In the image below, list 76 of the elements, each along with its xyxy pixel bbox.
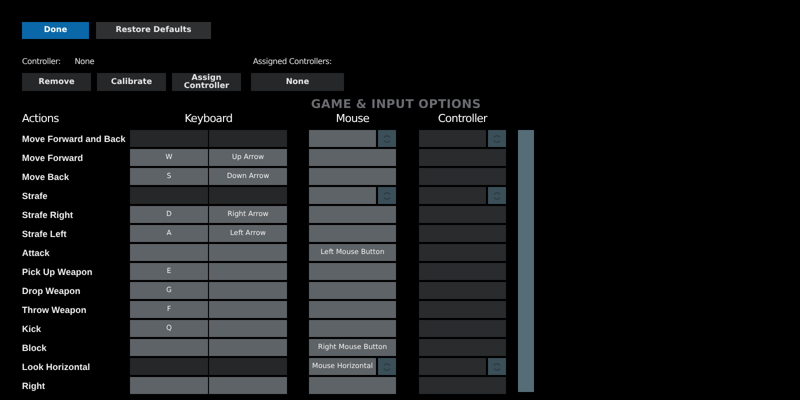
- mouse-binding-cell[interactable]: [309, 206, 396, 223]
- action-label: Throw Weapon: [22, 304, 88, 314]
- key-binding-cell[interactable]: [209, 187, 287, 204]
- action-label: Strafe Right: [22, 210, 74, 220]
- controller-binding-cell[interactable]: [419, 168, 506, 185]
- assigned-controller-button[interactable]: None: [251, 73, 344, 91]
- controller-binding-cell[interactable]: [419, 187, 486, 204]
- mouse-binding-cell[interactable]: [309, 168, 396, 185]
- scrollbar[interactable]: [518, 130, 534, 392]
- action-label: Pick Up Weapon: [22, 266, 94, 276]
- mouse-binding-cell[interactable]: [309, 320, 396, 337]
- cycle-icon[interactable]: [378, 130, 396, 147]
- controller-label: Controller:: [22, 56, 61, 66]
- key-binding-cell[interactable]: [130, 358, 208, 375]
- key-binding-cell[interactable]: [209, 301, 287, 318]
- key-binding-cell[interactable]: [209, 130, 287, 147]
- controller-binding-cell[interactable]: [419, 301, 506, 318]
- controller-binding-cell[interactable]: [419, 358, 486, 375]
- controller-binding-cell[interactable]: [419, 244, 506, 261]
- action-label: Right: [22, 380, 46, 390]
- key-binding-cell[interactable]: [209, 358, 287, 375]
- remove-button[interactable]: Remove: [22, 73, 91, 91]
- column-header: Actions: [22, 112, 60, 125]
- controller-binding-cell[interactable]: [419, 130, 486, 147]
- assigned-controllers-label: Assigned Controllers:: [253, 56, 332, 66]
- mouse-binding-cell[interactable]: [309, 263, 396, 280]
- key-binding-cell[interactable]: [209, 320, 287, 337]
- controller-binding-cell[interactable]: [419, 377, 506, 394]
- mouse-binding-cell[interactable]: [309, 130, 376, 147]
- column-header: Controller: [436, 112, 488, 125]
- controller-binding-cell[interactable]: [419, 149, 506, 166]
- cycle-icon[interactable]: [488, 187, 506, 204]
- cycle-icon[interactable]: [488, 130, 506, 147]
- key-binding-cell[interactable]: [209, 339, 287, 356]
- controller-value: None: [74, 56, 94, 66]
- action-label: Strafe Left: [22, 228, 68, 238]
- action-label: Block: [22, 342, 48, 352]
- controller-binding-cell[interactable]: [419, 339, 506, 356]
- controller-binding-cell[interactable]: [419, 263, 506, 280]
- cycle-icon[interactable]: [488, 358, 506, 375]
- action-label: Move Forward and Back: [22, 134, 127, 144]
- action-label: Drop Weapon: [22, 286, 82, 296]
- key-binding-cell[interactable]: [209, 377, 287, 394]
- key-binding-cell[interactable]: [130, 377, 208, 394]
- mouse-binding-cell[interactable]: [309, 282, 396, 299]
- action-label: Strafe: [22, 190, 49, 200]
- action-label: Look Horizontal: [22, 362, 91, 372]
- done-button[interactable]: Done: [22, 22, 89, 39]
- calibrate-button[interactable]: Calibrate: [97, 73, 166, 91]
- controller-binding-cell[interactable]: [419, 225, 506, 242]
- restore-defaults-button[interactable]: Restore Defaults: [96, 22, 211, 39]
- key-binding-cell[interactable]: [209, 282, 287, 299]
- key-binding-cell[interactable]: [130, 244, 208, 261]
- mouse-binding-cell[interactable]: [309, 187, 376, 204]
- action-label: Attack: [22, 248, 51, 258]
- action-label: Move Forward: [22, 152, 84, 162]
- controller-binding-cell[interactable]: [419, 282, 506, 299]
- cycle-icon[interactable]: [378, 187, 396, 204]
- assign-controller-button[interactable]: Assign Controller: [172, 73, 241, 91]
- controller-binding-cell[interactable]: [419, 320, 506, 337]
- key-binding-cell[interactable]: [130, 187, 208, 204]
- cycle-icon[interactable]: [378, 358, 396, 375]
- key-binding-cell[interactable]: [130, 339, 208, 356]
- column-header: Mouse: [334, 112, 370, 125]
- controller-binding-cell[interactable]: [419, 206, 506, 223]
- mouse-binding-cell[interactable]: [309, 377, 396, 394]
- mouse-binding-cell[interactable]: [309, 225, 396, 242]
- background-heading: GAME & INPUT OPTIONS: [311, 97, 482, 111]
- mouse-binding-cell[interactable]: [309, 301, 396, 318]
- key-binding-cell[interactable]: [130, 130, 208, 147]
- key-binding-cell[interactable]: [209, 263, 287, 280]
- action-label: Move Back: [22, 172, 70, 182]
- mouse-binding-cell[interactable]: [309, 149, 396, 166]
- action-label: Kick: [22, 324, 42, 334]
- key-binding-cell[interactable]: [209, 244, 287, 261]
- column-header: Keyboard: [184, 112, 234, 125]
